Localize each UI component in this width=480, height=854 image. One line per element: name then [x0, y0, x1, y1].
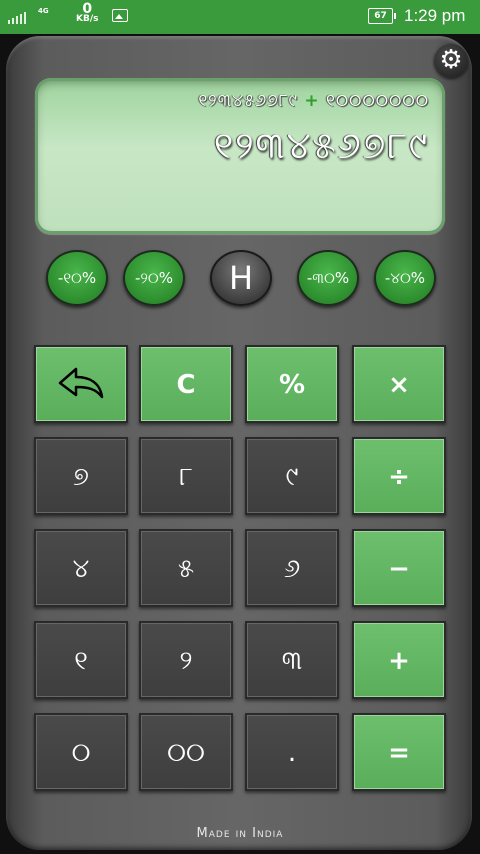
network-type: 4G [38, 7, 49, 15]
speed-value: 0 [82, 1, 93, 17]
add-button[interactable]: + [352, 621, 446, 699]
digit-8-button[interactable]: ୮ [139, 437, 233, 515]
digit-6-button[interactable]: ୬ [245, 529, 339, 607]
digit-5-button[interactable]: ୫ [139, 529, 233, 607]
undo-arrow-icon [58, 367, 104, 399]
status-bar: 4G 0 KB/s 67 1:29 pm [0, 0, 480, 34]
backspace-button[interactable] [34, 345, 128, 423]
battery-indicator: 67 [368, 8, 396, 24]
digit-7-button[interactable]: ୭ [34, 437, 128, 515]
equals-button[interactable]: = [352, 713, 446, 791]
digit-4-button[interactable]: ୪ [34, 529, 128, 607]
multiply-button[interactable]: × [352, 345, 446, 423]
digit-3-button[interactable]: ୩ [245, 621, 339, 699]
clock: 1:29 pm [404, 6, 466, 25]
speed-unit: KB/s [76, 14, 99, 24]
double-zero-button[interactable]: ୦୦ [139, 713, 233, 791]
gear-icon: ⚙ [439, 45, 463, 75]
discount-10-button[interactable]: -୧୦% [46, 250, 108, 306]
discount-40-button[interactable]: -୪୦% [374, 250, 436, 306]
result-value: ୧୨୩୪୫୬୭୮୯ [213, 124, 429, 167]
footer-credit: Made in India [196, 826, 284, 841]
expression-operand-1: ୧୨୩୪୫୬୭୮୯ [198, 91, 298, 111]
signal-icon [8, 10, 26, 24]
discount-20-button[interactable]: -୨୦% [123, 250, 185, 306]
expression-operator: + [304, 91, 320, 111]
decimal-button[interactable]: . [245, 713, 339, 791]
discount-30-button[interactable]: -୩୦% [297, 250, 359, 306]
expression-line: ୧୨୩୪୫୬୭୮୯ + ୧୦୦୦୦୦୦୦ [198, 91, 429, 111]
digit-0-button[interactable]: ୦ [34, 713, 128, 791]
settings-button[interactable]: ⚙ [434, 44, 468, 78]
expression-operand-2: ୧୦୦୦୦୦୦୦ [325, 91, 429, 111]
clear-button[interactable]: C [139, 345, 233, 423]
digit-2-button[interactable]: ୨ [139, 621, 233, 699]
percent-button[interactable]: % [245, 345, 339, 423]
digit-1-button[interactable]: ୧ [34, 621, 128, 699]
divide-button[interactable]: ÷ [352, 437, 446, 515]
subtract-button[interactable]: − [352, 529, 446, 607]
network-speed: 0 KB/s [76, 1, 99, 24]
history-button[interactable]: H [210, 250, 272, 306]
calculator-display: ୧୨୩୪୫୬୭୮୯ + ୧୦୦୦୦୦୦୦ ୧୨୩୪୫୬୭୮୯ [35, 78, 445, 234]
image-notification-icon [112, 9, 128, 22]
digit-9-button[interactable]: ୯ [245, 437, 339, 515]
